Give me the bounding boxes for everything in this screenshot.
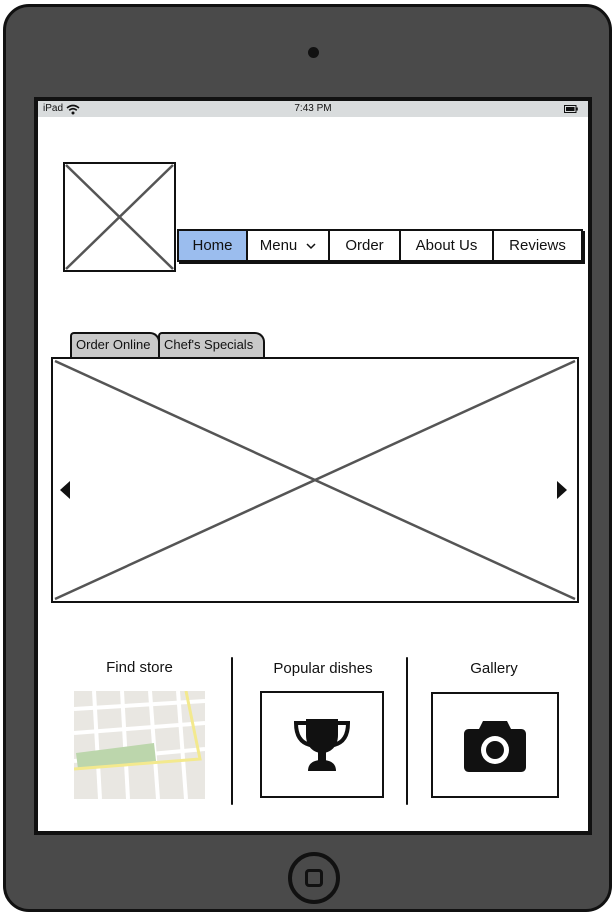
popular-dishes-box[interactable] bbox=[260, 691, 384, 798]
nav-item-reviews[interactable]: Reviews bbox=[494, 231, 581, 260]
gallery-title: Gallery bbox=[470, 660, 518, 677]
carousel-next-arrow-icon[interactable] bbox=[557, 481, 567, 499]
chevron-down-icon bbox=[306, 242, 316, 249]
camera-dot bbox=[308, 47, 319, 58]
image-carousel bbox=[51, 357, 579, 603]
column-divider bbox=[231, 657, 233, 805]
tab-order-online[interactable]: Order Online bbox=[70, 332, 160, 358]
column-divider bbox=[406, 657, 408, 805]
tab-label: Chef's Specials bbox=[164, 337, 254, 352]
home-button-icon bbox=[305, 869, 323, 887]
nav-item-about-us[interactable]: About Us bbox=[401, 231, 494, 260]
tab-chefs-specials[interactable]: Chef's Specials bbox=[158, 332, 265, 358]
find-store-title: Find store bbox=[106, 659, 173, 676]
logo-placeholder bbox=[63, 162, 176, 272]
carousel-prev-arrow-icon[interactable] bbox=[60, 481, 70, 499]
carousel-image-placeholder bbox=[54, 359, 576, 601]
tablet-frame: iPad 7:43 PM Home Menu Order About Us Re… bbox=[3, 4, 612, 912]
nav-item-label: Home bbox=[192, 237, 233, 254]
battery-icon bbox=[564, 105, 578, 113]
screen: iPad 7:43 PM Home Menu Order About Us Re… bbox=[34, 97, 592, 835]
nav-item-menu[interactable]: Menu bbox=[248, 231, 330, 260]
status-bar: iPad 7:43 PM bbox=[38, 101, 588, 117]
map-icon[interactable] bbox=[74, 691, 205, 799]
nav-item-label: Order bbox=[345, 237, 384, 254]
status-time: 7:43 PM bbox=[294, 103, 332, 114]
home-button[interactable] bbox=[288, 852, 340, 904]
nav-item-label: Menu bbox=[259, 237, 298, 254]
nav-item-label: About Us bbox=[415, 237, 478, 254]
nav-item-label: Reviews bbox=[509, 237, 566, 254]
tab-label: Order Online bbox=[76, 337, 151, 352]
nav-item-home[interactable]: Home bbox=[179, 231, 248, 260]
camera-icon bbox=[464, 721, 526, 772]
main-nav: Home Menu Order About Us Reviews bbox=[177, 229, 583, 262]
trophy-icon bbox=[293, 718, 351, 771]
gallery-box[interactable] bbox=[431, 692, 559, 798]
popular-dishes-title: Popular dishes bbox=[273, 660, 373, 677]
nav-item-order[interactable]: Order bbox=[330, 231, 401, 260]
